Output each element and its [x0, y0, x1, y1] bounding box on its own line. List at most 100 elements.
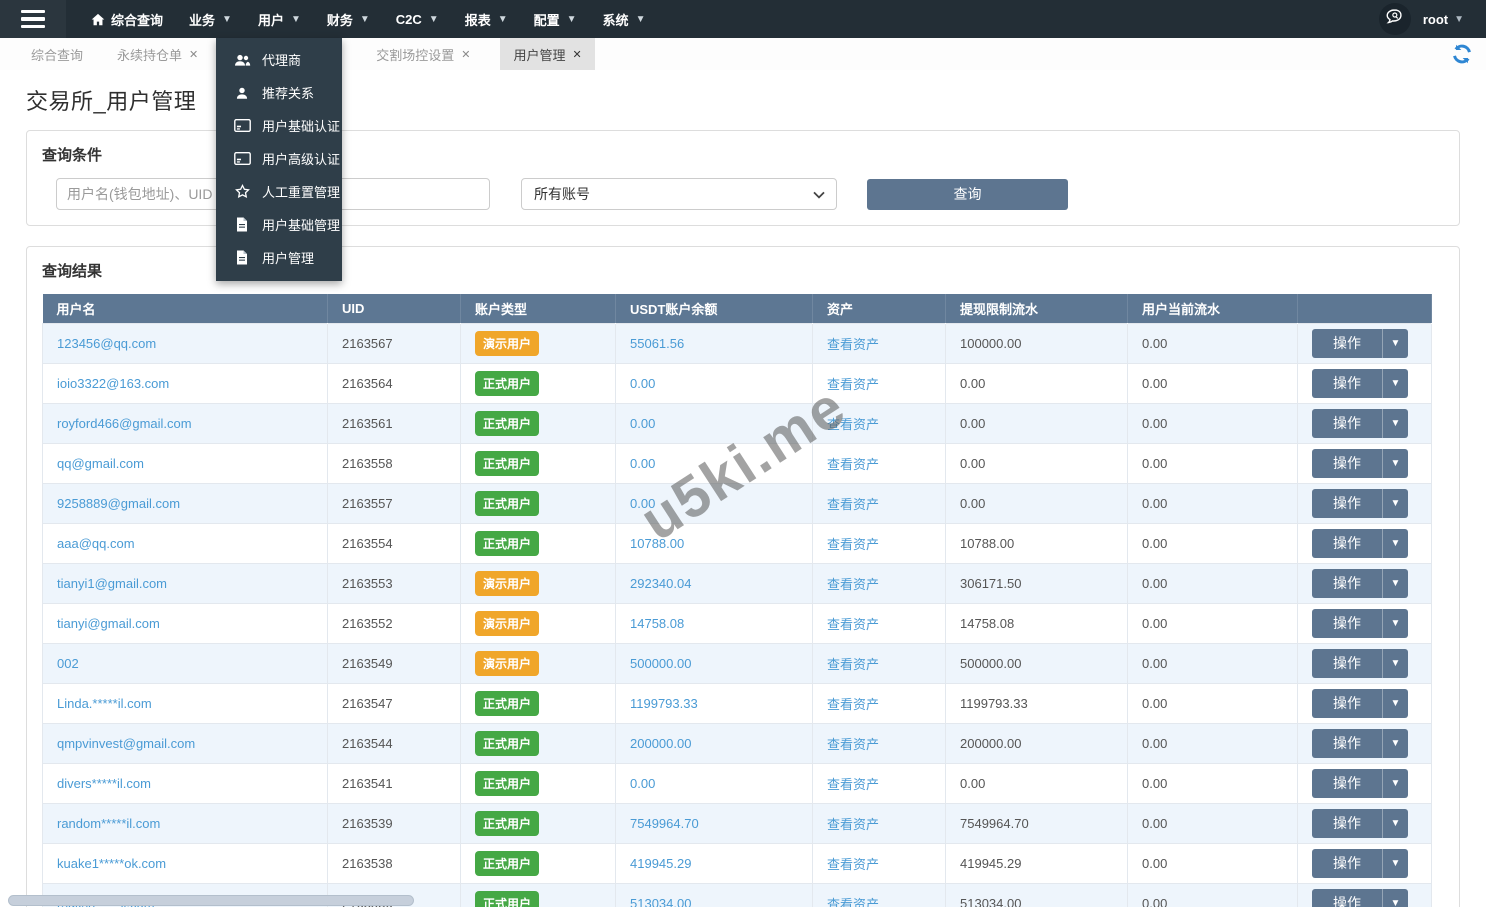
nav-item-5[interactable]: C2C ▼ [383, 0, 452, 38]
action-caret-button[interactable]: ▼ [1382, 648, 1408, 678]
username-link[interactable]: 9258889@gmail.com [57, 496, 180, 511]
horizontal-scrollbar-thumb[interactable] [8, 895, 414, 906]
view-assets-link[interactable]: 查看资产 [827, 817, 879, 832]
user-menu[interactable]: root ▼ [1423, 12, 1464, 27]
action-button[interactable]: 操作 [1312, 528, 1382, 558]
refresh-button[interactable] [1451, 43, 1473, 65]
view-assets-link[interactable]: 查看资产 [827, 337, 879, 352]
action-button[interactable]: 操作 [1312, 768, 1382, 798]
username-link[interactable]: qmpvinvest@gmail.com [57, 736, 195, 751]
view-assets-link[interactable]: 查看资产 [827, 457, 879, 472]
action-caret-button[interactable]: ▼ [1382, 688, 1408, 718]
dropdown-item[interactable]: 代理商 [216, 43, 342, 76]
action-caret-button[interactable]: ▼ [1382, 488, 1408, 518]
tab-用户管理[interactable]: 用户管理 ✕ [500, 38, 595, 70]
nav-item-7[interactable]: 配置 ▼ [521, 0, 590, 38]
action-caret-button[interactable]: ▼ [1382, 568, 1408, 598]
account-type-select[interactable]: 所有账号 [521, 178, 837, 210]
nav-item-1[interactable]: 综合查询 [78, 0, 176, 38]
username-link[interactable]: ioio3322@163.com [57, 376, 169, 391]
username-link[interactable]: kuake1*****ok.com [57, 856, 166, 871]
nav-item-2[interactable]: 业务 ▼ [176, 0, 245, 38]
username-link[interactable]: tianyi@gmail.com [57, 616, 160, 631]
action-caret-button[interactable]: ▼ [1382, 448, 1408, 478]
usdt-balance-link[interactable]: 1199793.33 [630, 696, 698, 711]
dropdown-item[interactable]: 用户基础认证 [216, 109, 342, 142]
usdt-balance-link[interactable]: 0.00 [630, 496, 655, 511]
username-link[interactable]: royford466@gmail.com [57, 416, 192, 431]
dropdown-item[interactable]: 用户管理 [216, 241, 342, 274]
dropdown-item[interactable]: 推荐关系 [216, 76, 342, 109]
nav-item-4[interactable]: 财务 ▼ [314, 0, 383, 38]
action-caret-button[interactable]: ▼ [1382, 848, 1408, 878]
tab-永续持仓单[interactable]: 永续持仓单 ✕ [104, 38, 211, 70]
usdt-balance-link[interactable]: 7549964.70 [630, 816, 699, 831]
action-button[interactable]: 操作 [1312, 368, 1382, 398]
tab-交割场控设置[interactable]: 交割场控设置 ✕ [363, 38, 483, 70]
username-link[interactable]: 123456@qq.com [57, 336, 156, 351]
close-icon[interactable]: ✕ [189, 48, 198, 61]
action-button[interactable]: 操作 [1312, 688, 1382, 718]
view-assets-link[interactable]: 查看资产 [827, 497, 879, 512]
chat-button[interactable] [1378, 3, 1411, 35]
usdt-balance-link[interactable]: 0.00 [630, 376, 655, 391]
action-button[interactable]: 操作 [1312, 488, 1382, 518]
action-button[interactable]: 操作 [1312, 568, 1382, 598]
username-link[interactable]: tianyi1@gmail.com [57, 576, 167, 591]
action-button[interactable]: 操作 [1312, 648, 1382, 678]
usdt-balance-link[interactable]: 14758.08 [630, 616, 684, 631]
usdt-balance-link[interactable]: 0.00 [630, 416, 655, 431]
usdt-balance-link[interactable]: 55061.56 [630, 336, 684, 351]
nav-item-3-open[interactable]: 用户 ▼ [245, 0, 314, 38]
close-icon[interactable]: ✕ [573, 48, 582, 61]
action-caret-button[interactable]: ▼ [1382, 328, 1408, 358]
usdt-balance-link[interactable]: 200000.00 [630, 736, 691, 751]
action-button[interactable]: 操作 [1312, 328, 1382, 358]
view-assets-link[interactable]: 查看资产 [827, 377, 879, 392]
search-button[interactable]: 查询 [867, 178, 1068, 210]
view-assets-link[interactable]: 查看资产 [827, 657, 879, 672]
usdt-balance-link[interactable]: 0.00 [630, 456, 655, 471]
view-assets-link[interactable]: 查看资产 [827, 417, 879, 432]
action-button[interactable]: 操作 [1312, 848, 1382, 878]
action-button[interactable]: 操作 [1312, 888, 1382, 907]
usdt-balance-link[interactable]: 419945.29 [630, 856, 691, 871]
usdt-balance-link[interactable]: 500000.00 [630, 656, 691, 671]
nav-item-6[interactable]: 报表 ▼ [452, 0, 521, 38]
action-button[interactable]: 操作 [1312, 608, 1382, 638]
view-assets-link[interactable]: 查看资产 [827, 737, 879, 752]
action-caret-button[interactable]: ▼ [1382, 808, 1408, 838]
dropdown-item[interactable]: 用户基础管理 [216, 208, 342, 241]
action-caret-button[interactable]: ▼ [1382, 888, 1408, 907]
username-link[interactable]: aaa@qq.com [57, 536, 135, 551]
username-link[interactable]: divers*****il.com [57, 776, 151, 791]
action-button[interactable]: 操作 [1312, 728, 1382, 758]
username-link[interactable]: Linda.*****il.com [57, 696, 152, 711]
view-assets-link[interactable]: 查看资产 [827, 577, 879, 592]
usdt-balance-link[interactable]: 513034.00 [630, 896, 691, 907]
username-link[interactable]: random*****il.com [57, 816, 160, 831]
sidebar-toggle-button[interactable] [0, 0, 66, 38]
dropdown-item[interactable]: 人工重置管理 [216, 175, 342, 208]
action-caret-button[interactable]: ▼ [1382, 408, 1408, 438]
view-assets-link[interactable]: 查看资产 [827, 537, 879, 552]
action-button[interactable]: 操作 [1312, 408, 1382, 438]
dropdown-item[interactable]: 用户高级认证 [216, 142, 342, 175]
close-icon[interactable]: ✕ [461, 48, 470, 61]
action-caret-button[interactable]: ▼ [1382, 768, 1408, 798]
view-assets-link[interactable]: 查看资产 [827, 897, 879, 907]
action-button[interactable]: 操作 [1312, 808, 1382, 838]
usdt-balance-link[interactable]: 0.00 [630, 776, 655, 791]
view-assets-link[interactable]: 查看资产 [827, 857, 879, 872]
view-assets-link[interactable]: 查看资产 [827, 617, 879, 632]
username-link[interactable]: qq@gmail.com [57, 456, 144, 471]
action-caret-button[interactable]: ▼ [1382, 528, 1408, 558]
view-assets-link[interactable]: 查看资产 [827, 697, 879, 712]
view-assets-link[interactable]: 查看资产 [827, 777, 879, 792]
nav-item-8[interactable]: 系统 ▼ [590, 0, 659, 38]
action-button[interactable]: 操作 [1312, 448, 1382, 478]
action-caret-button[interactable]: ▼ [1382, 608, 1408, 638]
usdt-balance-link[interactable]: 292340.04 [630, 576, 691, 591]
tab-综合查询[interactable]: 综合查询 [18, 38, 96, 70]
action-caret-button[interactable]: ▼ [1382, 728, 1408, 758]
